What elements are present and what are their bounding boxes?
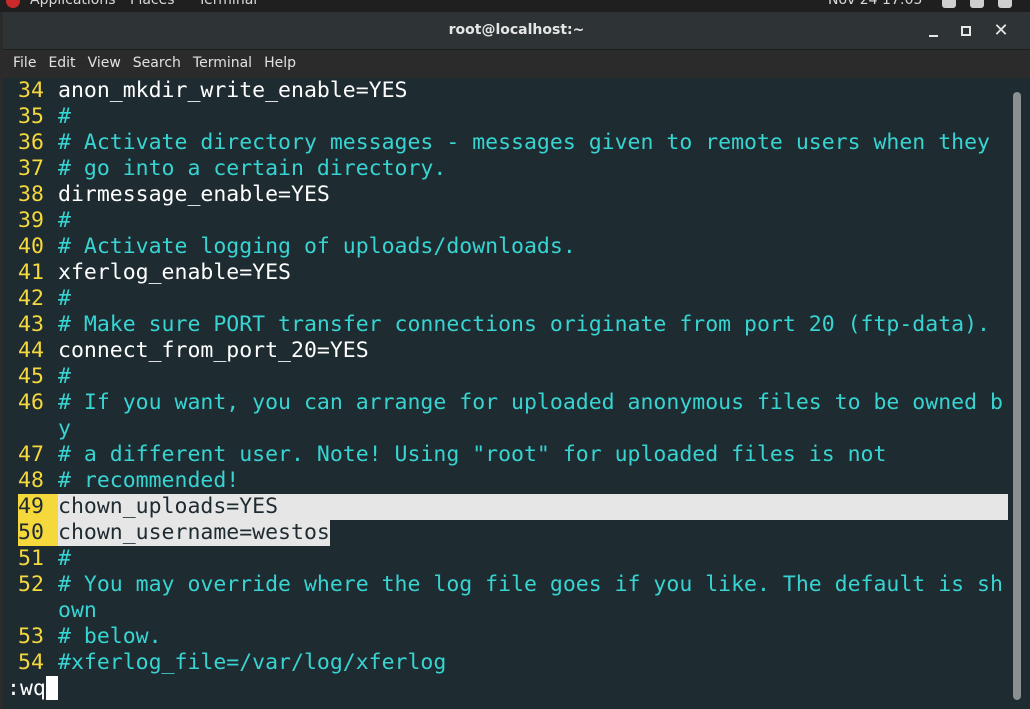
menu-help[interactable]: Help	[260, 50, 302, 78]
network-icon[interactable]	[942, 0, 956, 8]
line-number: 34	[18, 78, 44, 103]
line-number: 37	[18, 156, 44, 181]
line-text: y	[58, 416, 71, 441]
line-text: # recommended!	[58, 468, 240, 493]
line-text: xferlog_enable=YES	[58, 260, 291, 285]
line-number: 50	[18, 520, 58, 546]
line-text: # go into a certain directory.	[58, 156, 447, 181]
maximize-icon	[961, 26, 971, 36]
menu-search[interactable]: Search	[129, 50, 187, 78]
line-number: 44	[18, 338, 44, 363]
line-number: 42	[18, 286, 44, 311]
line-text: #	[58, 364, 71, 389]
line-text: own	[58, 598, 97, 623]
line-number: 46	[18, 390, 44, 415]
power-icon[interactable]	[998, 0, 1012, 8]
terminal-area[interactable]: 34 anon_mkdir_write_enable=YES 35 #36 # Acti…	[3, 78, 1008, 709]
menu-terminal[interactable]: Terminal	[189, 50, 258, 78]
clock[interactable]: Nov 24 17:05	[828, 0, 922, 8]
volume-muted-icon[interactable]	[970, 0, 984, 8]
line-text: #	[58, 546, 71, 571]
line-text: # Make sure PORT transfer connections or…	[58, 312, 990, 337]
places-menu[interactable]: Places	[130, 0, 175, 8]
menu-bar: File Edit View Search Terminal Help	[3, 50, 1030, 78]
line-text: #xferlog_file=/var/log/xferlog	[58, 650, 447, 675]
terminal-app-menu[interactable]: Terminal	[198, 0, 257, 8]
line-text: #	[58, 286, 71, 311]
line-number: 45	[18, 364, 44, 389]
line-text: #	[58, 208, 71, 233]
line-text: dirmessage_enable=YES	[58, 182, 330, 207]
line-number: 51	[18, 546, 44, 571]
line-text: # You may override where the log file go…	[58, 572, 1003, 597]
line-text: # Activate logging of uploads/downloads.	[58, 234, 576, 259]
window-title: root@localhost:~	[448, 22, 585, 38]
line-text: # If you want, you can arrange for uploa…	[58, 390, 1003, 415]
line-text: # a different user. Note! Using "root" f…	[58, 442, 887, 467]
line-number: 39	[18, 208, 44, 233]
line-number: 41	[18, 260, 44, 285]
line-number: 35	[18, 104, 44, 129]
command-text: :wq	[7, 676, 46, 701]
title-bar[interactable]: root@localhost:~ ✕	[3, 12, 1030, 50]
line-text: # Activate directory messages - messages…	[58, 130, 990, 155]
line-text: connect_from_port_20=YES	[58, 338, 369, 363]
applications-icon[interactable]	[6, 0, 20, 8]
line-number: 40	[18, 234, 44, 259]
line-number: 43	[18, 312, 44, 337]
line-number: 54	[18, 650, 44, 675]
scrollbar-thumb[interactable]	[1013, 92, 1021, 700]
line-number: 53	[18, 624, 44, 649]
vim-command-line[interactable]: :wq	[7, 676, 58, 702]
line-text: # below.	[58, 624, 162, 649]
menu-view[interactable]: View	[84, 50, 127, 78]
line-text: anon_mkdir_write_enable=YES	[58, 78, 408, 103]
line-number: 38	[18, 182, 44, 207]
line-number: 52	[18, 572, 44, 597]
close-button[interactable]: ✕	[990, 20, 1012, 42]
line-number: 36	[18, 130, 44, 155]
applications-menu[interactable]: Applications	[30, 0, 116, 8]
text-cursor	[45, 676, 58, 700]
line-number: 47	[18, 442, 44, 467]
minimize-icon	[929, 35, 938, 37]
editor-line: 49 chown_uploads=YES	[18, 494, 1008, 520]
line-text: #	[58, 104, 71, 129]
terminal-window: root@localhost:~ ✕ File Edit View Search…	[3, 12, 1030, 709]
maximize-button[interactable]	[955, 20, 977, 42]
line-text: chown_uploads=YES	[58, 494, 279, 519]
line-number: 48	[18, 468, 44, 493]
line-number: 49	[18, 494, 58, 520]
menu-edit[interactable]: Edit	[44, 50, 81, 78]
minimize-button[interactable]	[922, 20, 944, 42]
menu-file[interactable]: File	[9, 50, 42, 78]
close-icon: ✕	[993, 20, 1009, 41]
scrollbar[interactable]	[1008, 78, 1030, 709]
line-text: chown_username=westos	[58, 520, 330, 546]
top-panel: Applications Places Terminal Nov 24 17:0…	[0, 0, 1030, 12]
